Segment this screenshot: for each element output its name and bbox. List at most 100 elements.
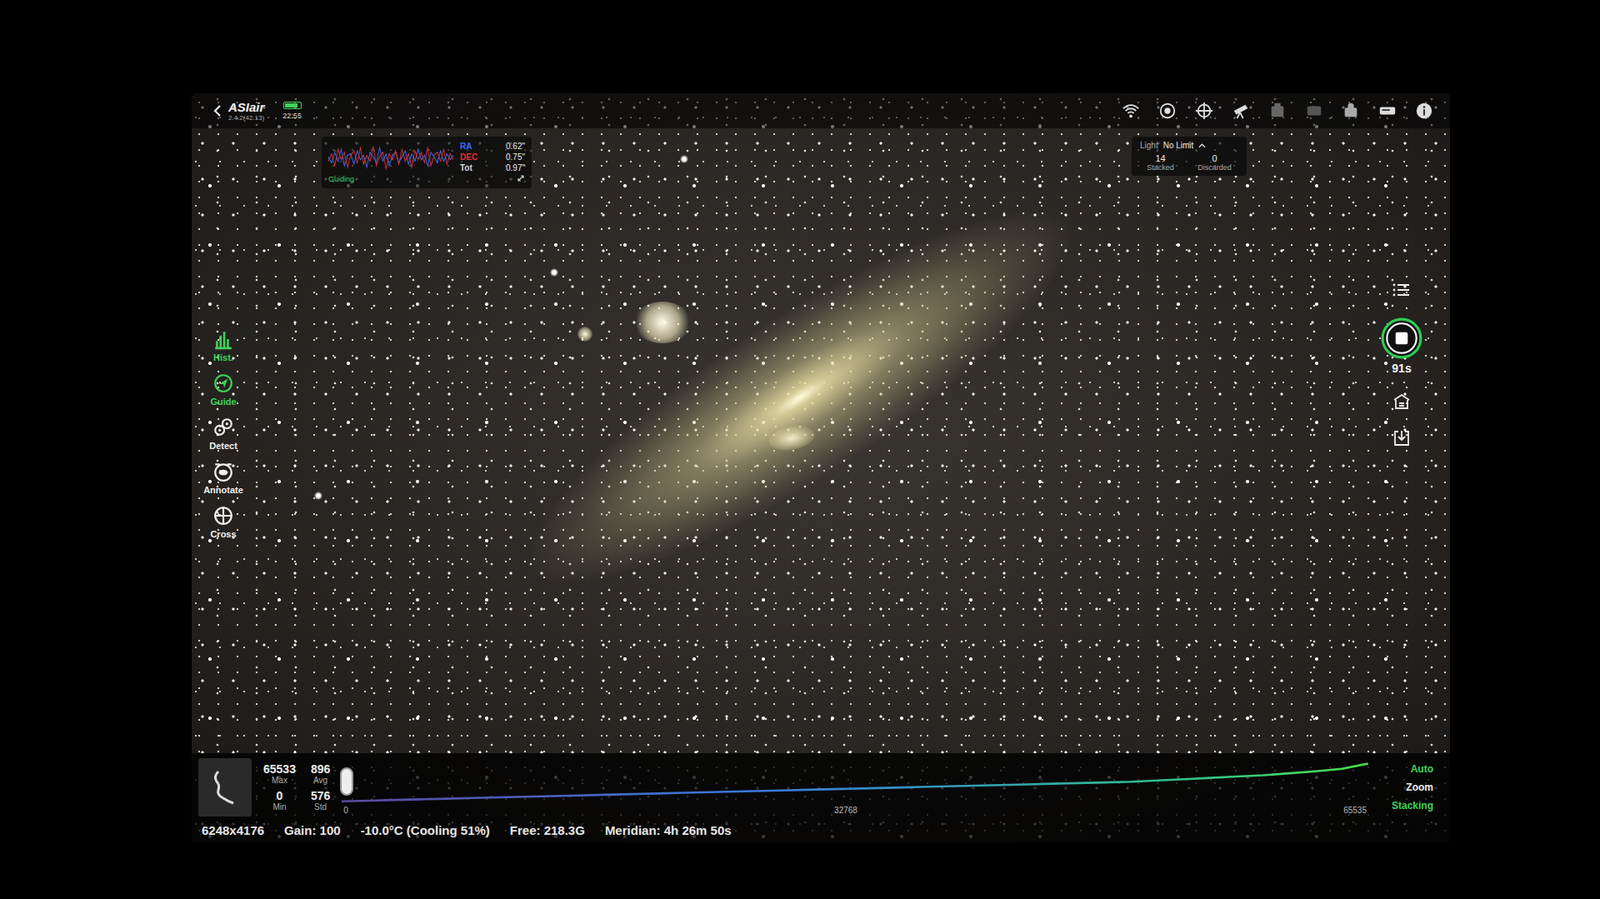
histogram-curve — [341, 760, 1369, 805]
tool-button[interactable]: Detect — [209, 416, 238, 451]
clock: 22:55 — [282, 111, 302, 120]
histogram-ticks: 03276865535 — [341, 805, 1369, 815]
stack-counter[interactable]: LightNo Limit14Stacked0Discarded — [1131, 136, 1247, 176]
guide-readings: RA 0.62"DEC0.75"Tot 0.97" — [460, 141, 525, 184]
stat-value: 65533 — [263, 763, 296, 776]
battery-time: 22:55 — [282, 101, 302, 120]
app-brand: ASIair2.4.2(42.13) — [228, 100, 265, 122]
status-item: Gain: 100 — [284, 823, 341, 838]
tool-label: Guide — [210, 396, 236, 407]
satellite-galaxy — [577, 326, 593, 342]
focuser-icon[interactable] — [1268, 101, 1287, 120]
camera-icon[interactable] — [1158, 101, 1177, 120]
black-point-handle[interactable] — [340, 767, 354, 796]
stat: 0Min — [263, 790, 296, 812]
telescope-icon[interactable] — [1231, 101, 1250, 120]
axis-name: RA — [460, 141, 472, 151]
bright-star — [550, 268, 559, 277]
stat: 65533Max — [263, 763, 296, 785]
status-bar: 6248x4176Gain: 100-10.0°C (Cooling 51%)F… — [191, 820, 1450, 843]
histogram-bar: 65533Max896Avg0Min576Std03276865535AutoZ… — [191, 753, 1450, 820]
tablet-screen: ASIair2.4.2(42.13) 22:55 Hist. Guide Detect A… — [191, 93, 1450, 843]
filter-wheel-icon[interactable] — [1305, 101, 1324, 120]
guide-scope-icon[interactable] — [1195, 101, 1214, 120]
histogram-icon — [212, 328, 235, 350]
stop-icon — [1380, 316, 1424, 360]
tool-button[interactable]: Annotate — [203, 460, 244, 495]
axis-name: Tot — [460, 163, 473, 173]
main-area: Hist. Guide Detect Annotate Cross Guiding RA 0.… — [191, 128, 1450, 754]
guiding-graph[interactable]: Guiding RA 0.62"DEC0.75"Tot 0.97" — [321, 136, 532, 189]
tool-label: Detect — [209, 440, 238, 451]
interface: ASIair2.4.2(42.13) 22:55 Hist. Guide Detect A… — [191, 93, 1450, 843]
guiding-chart: Guiding — [328, 141, 454, 184]
wifi-icon[interactable] — [1121, 101, 1140, 120]
galaxy-core — [633, 301, 692, 344]
stacked-count: 14Stacked — [1146, 153, 1175, 172]
overlay-row: Guiding RA 0.62"DEC0.75"Tot 0.97" LightNo Li… — [250, 128, 1372, 189]
tool-button[interactable]: Hist. — [212, 328, 235, 363]
stat-value: 0 — [276, 790, 284, 803]
left-toolbar: Hist. Guide Detect Annotate Cross — [196, 128, 250, 754]
info-icon[interactable] — [1415, 101, 1434, 120]
axis-value: 0.97" — [505, 163, 525, 173]
planner-icon[interactable] — [1391, 391, 1412, 412]
back-chevron-icon[interactable] — [213, 104, 222, 118]
annotate-icon — [212, 460, 235, 483]
guide-plot — [328, 141, 454, 175]
rotator-icon[interactable] — [1341, 101, 1360, 120]
view-option[interactable]: Zoom — [1405, 781, 1434, 794]
bright-star — [314, 491, 323, 500]
battery-fill — [285, 103, 298, 108]
status-item: 6248x4176 — [201, 823, 265, 838]
view-options: Auto Zoom Stacking — [1380, 763, 1434, 812]
tick-label: 0 — [343, 805, 349, 815]
image-thumbnail[interactable] — [198, 758, 252, 817]
axis-value: 0.62" — [505, 141, 525, 151]
tool-label: Annotate — [203, 485, 244, 495]
stat-label: Min — [272, 802, 286, 812]
stat: 896Avg — [310, 763, 330, 785]
stack-header: LightNo Limit — [1140, 140, 1239, 150]
exposure-countdown: 91s — [1391, 361, 1411, 375]
caret-up-icon[interactable] — [1198, 143, 1206, 149]
stat-value: 896 — [310, 763, 330, 776]
guide-reading: Tot 0.97" — [460, 163, 525, 173]
tool-button[interactable]: Guide — [210, 372, 236, 407]
histogram[interactable]: 03276865535 — [341, 760, 1369, 815]
count-value: 0 — [1211, 153, 1217, 164]
tool-button[interactable]: Cross — [210, 505, 236, 540]
crosshair-icon — [212, 505, 235, 527]
status-item: -10.0°C (Cooling 51%) — [360, 823, 490, 838]
stop-button[interactable]: 91s — [1380, 316, 1424, 375]
tick-label: 65535 — [1343, 805, 1367, 815]
save-icon[interactable] — [1391, 428, 1412, 449]
right-toolbar: 91s — [1371, 128, 1432, 754]
list-icon[interactable] — [1391, 280, 1412, 300]
storage-icon[interactable] — [1378, 101, 1397, 120]
count-value: 14 — [1155, 153, 1165, 164]
bright-star — [680, 155, 689, 164]
histogram-plot — [341, 760, 1369, 805]
thumbnail-icon — [208, 766, 242, 809]
stat-value: 576 — [310, 790, 330, 803]
view-option[interactable]: Auto — [1410, 763, 1434, 775]
axis-value: 0.75" — [505, 152, 525, 162]
app-name: ASIair — [228, 100, 265, 114]
view-option[interactable]: Stacking — [1391, 800, 1434, 812]
tool-label: Hist. — [213, 352, 234, 363]
device-icons — [1121, 101, 1434, 120]
app-version: 2.4.2(42.13) — [228, 115, 265, 122]
stat-label: Max — [271, 775, 288, 785]
guide-reading: DEC0.75" — [460, 152, 525, 162]
guide-icon — [212, 372, 235, 395]
battery-icon — [283, 101, 302, 110]
tool-label: Cross — [210, 529, 236, 540]
stat-label: Std — [314, 802, 327, 812]
expand-icon[interactable] — [516, 174, 525, 183]
stack-counts: 14Stacked0Discarded — [1140, 153, 1239, 172]
detect-stars-icon — [212, 416, 235, 439]
stat-label: Avg — [313, 775, 328, 785]
status-item: Meridian: 4h 26m 50s — [605, 823, 732, 838]
histogram-stats: 65533Max 896Avg 0Min 576Std — [263, 763, 330, 813]
